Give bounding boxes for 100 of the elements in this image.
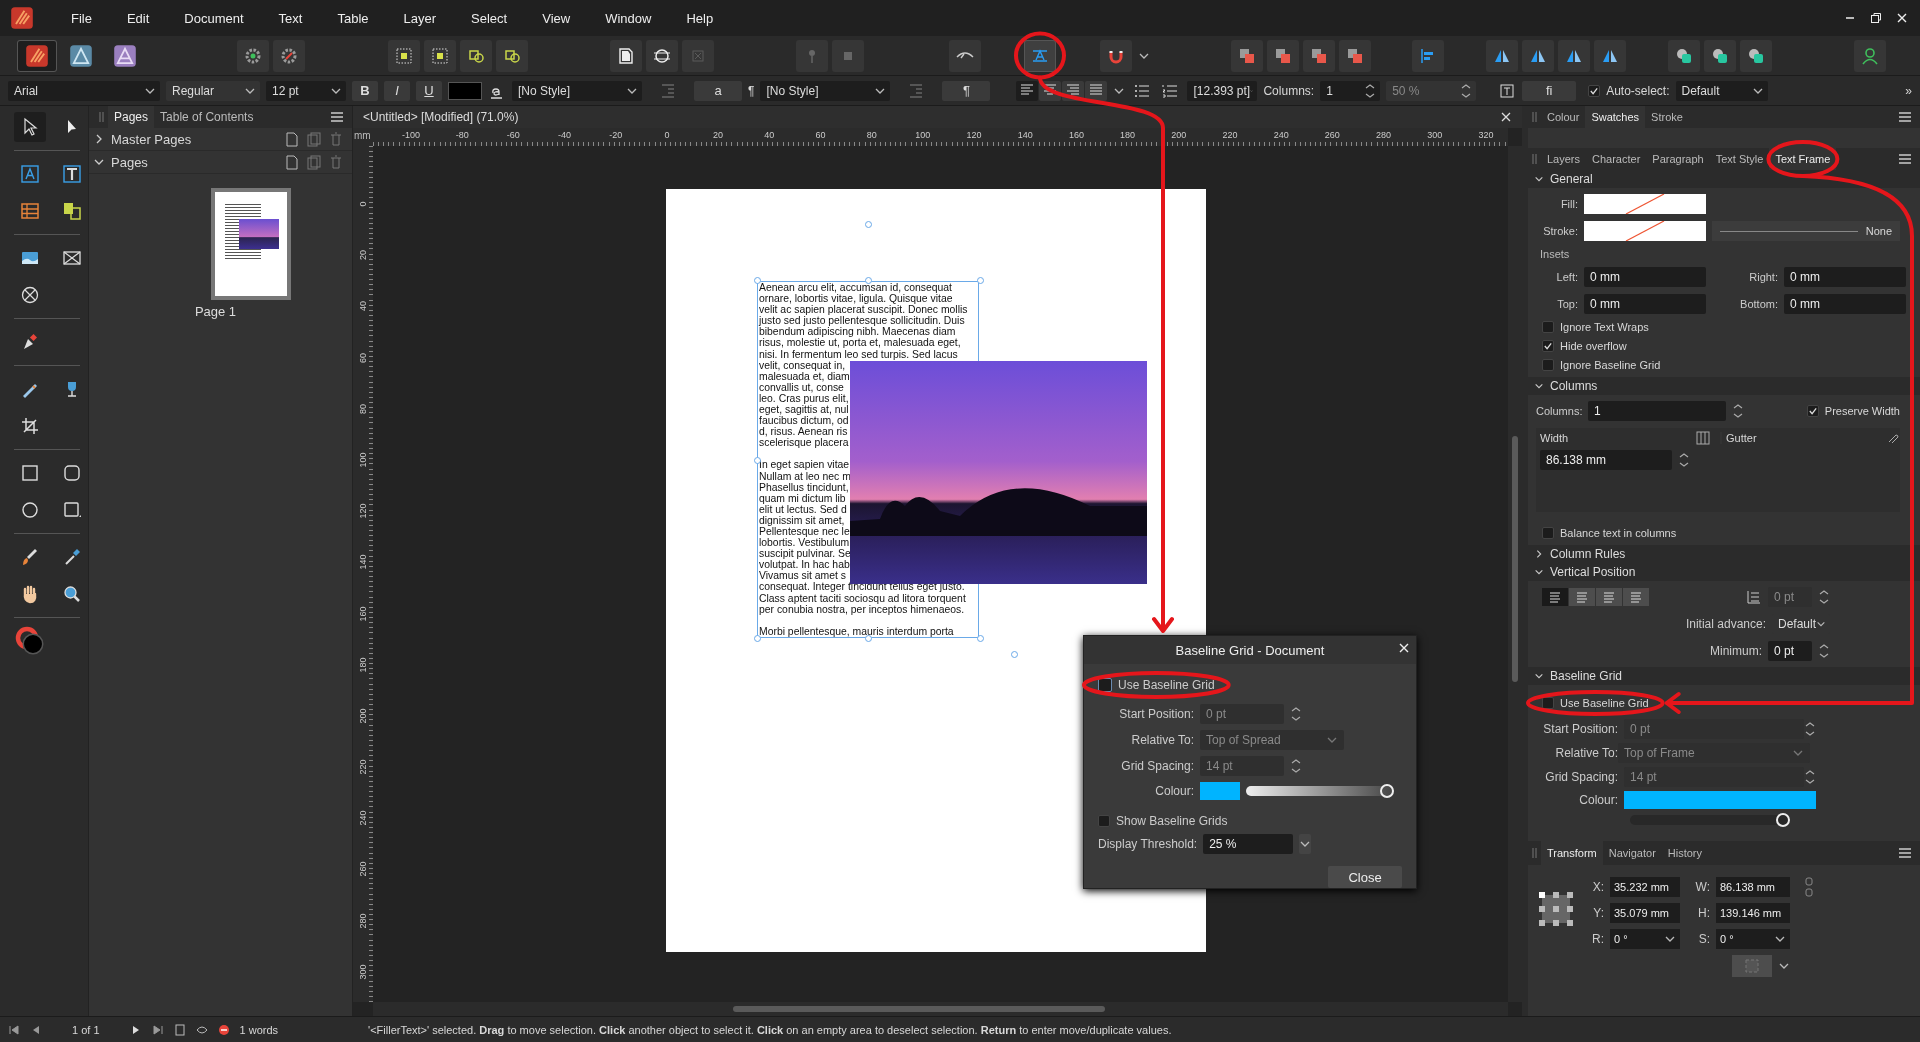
text-line: velit ac sapien placerat suscipit. Donec mollis	[759, 304, 969, 316]
section-header[interactable]: Columns	[1528, 377, 1920, 395]
input-field[interactable]: 86.138 mm	[1716, 877, 1790, 897]
menu-item[interactable]: File	[54, 6, 110, 30]
input-field[interactable]: 0 pt	[1768, 587, 1812, 607]
panel-tab[interactable]: Transform	[1541, 841, 1603, 865]
input-field[interactable]: 139.146 mm	[1716, 903, 1790, 923]
text-line: faucibus dictum, od	[759, 415, 850, 427]
columns-label: Columns:	[1263, 83, 1315, 98]
menu-item[interactable]: Edit	[109, 6, 168, 30]
opacity-field[interactable]: 50 %	[1386, 80, 1477, 101]
paragraph-style-dropdown[interactable]: [No Style]	[760, 80, 891, 101]
ruler-label: 20	[358, 249, 368, 263]
ligature-button[interactable]: fi	[1522, 80, 1577, 101]
section-header[interactable]: Column Rules	[1528, 545, 1920, 563]
document-title[interactable]: <Untitled> [Modified] (71.0%)	[363, 110, 519, 124]
input-field[interactable]: 86.138 mm	[1540, 450, 1672, 470]
ruler-label: 300	[358, 963, 368, 982]
checkbox-label: Hide overflow	[1560, 340, 1627, 352]
field-label: H:	[1697, 906, 1710, 920]
ruler-label: -20	[609, 130, 623, 140]
input-field[interactable]: 1	[1588, 401, 1726, 421]
input-field[interactable]: 0 mm	[1784, 267, 1906, 287]
page-counter: 1 of 1	[72, 1023, 100, 1036]
panel-tab[interactable]: Layers	[1541, 148, 1587, 170]
field-label: Left:	[1555, 271, 1578, 283]
text-line: malesuada et, diam	[759, 370, 851, 382]
text-line: risus, molestie ut, porta et, malesuada eget,	[759, 337, 962, 349]
checkbox-label: Use Baseline Grid	[1560, 697, 1649, 709]
columns-field[interactable]: 1	[1320, 80, 1381, 101]
character-style-dropdown[interactable]: [No Style]	[512, 80, 642, 101]
paragraph-mark[interactable]: ¶	[748, 83, 755, 98]
checkbox-label: Ignore Baseline Grid	[1560, 359, 1661, 371]
column-header: Width	[1539, 432, 1570, 444]
ruler-label: 160	[358, 605, 368, 623]
menu-item[interactable]: View	[525, 6, 589, 30]
dropdown[interactable]: 0 °	[1716, 929, 1790, 949]
more-button[interactable]: »	[1905, 83, 1912, 98]
menu-item[interactable]: Text	[261, 6, 321, 30]
panel-tab[interactable]: Pages	[108, 106, 155, 128]
ruler-label: -80	[455, 130, 469, 140]
panel-tab[interactable]: Paragraph	[1646, 148, 1710, 170]
input-field[interactable]: 35.232 mm	[1610, 877, 1680, 897]
checkbox-label: Use Baseline Grid	[1118, 678, 1215, 692]
ruler-unit: mm	[353, 128, 373, 146]
menu-item[interactable]: Select	[454, 6, 526, 30]
input-field[interactable]: 0 mm	[1784, 294, 1906, 314]
field-label: Columns:	[1536, 405, 1582, 417]
bold-button[interactable]: B	[352, 80, 378, 101]
text-line: leo. Cras purus elit,	[759, 392, 850, 405]
ruler-label: 280	[1376, 130, 1392, 140]
menu-item[interactable]: Table	[320, 6, 387, 30]
panel-tab[interactable]: Character	[1586, 148, 1647, 170]
panel-tab[interactable]: Navigator	[1602, 841, 1662, 865]
panel-tab[interactable]: Table of Contents	[154, 106, 260, 128]
panel-tab[interactable]: Text Style	[1709, 148, 1770, 170]
text-line: d, risus. Aenean ris	[759, 426, 849, 438]
section-header[interactable]: Master Pages	[89, 128, 352, 151]
font-style-dropdown[interactable]: Regular	[166, 80, 260, 101]
paragraph-mark-button[interactable]: ¶	[942, 80, 991, 101]
menu-item[interactable]: Document	[167, 6, 262, 30]
field-label: X:	[1591, 880, 1604, 894]
menu-item[interactable]: Window	[588, 6, 670, 30]
text-line: volutpat. In hac hab	[759, 559, 851, 571]
section-header[interactable]: Baseline Grid	[1528, 667, 1920, 685]
ruler-label: 0	[664, 130, 670, 140]
italic-button[interactable]: I	[384, 80, 410, 101]
text-line: velit, consequat in,	[759, 359, 847, 371]
font-size-dropdown[interactable]: 12 pt	[266, 80, 346, 101]
input-field[interactable]: 0 mm	[1584, 294, 1706, 314]
close-button[interactable]: Close	[1328, 866, 1402, 888]
menu-item[interactable]: Help	[669, 6, 732, 30]
ruler-label: 280	[358, 912, 368, 931]
dropdown[interactable]: 0 °	[1610, 929, 1680, 949]
panel-tab[interactable]: Swatches	[1585, 106, 1646, 128]
leading-dropdown[interactable]: [12.393 pt]	[1187, 80, 1258, 101]
underline-button[interactable]: U	[416, 80, 442, 101]
ruler-label: 240	[1273, 130, 1289, 140]
section-header[interactable]: Vertical Position	[1528, 563, 1920, 581]
section-header[interactable]: Pages	[89, 151, 352, 174]
panel-tab[interactable]: Colour	[1541, 106, 1586, 128]
ruler-label: 20	[713, 130, 724, 140]
input-field[interactable]: 0 mm	[1584, 267, 1706, 287]
dropdown[interactable]: 25 %	[1203, 834, 1294, 854]
auto-select-dropdown[interactable]: Default	[1675, 80, 1768, 101]
panel-tab[interactable]: Stroke	[1645, 106, 1689, 128]
stroke-width-field[interactable]: None	[1712, 221, 1900, 241]
field-label: W:	[1694, 880, 1710, 894]
font-dropdown[interactable]: Arial	[8, 80, 160, 101]
input-field[interactable]: 35.079 mm	[1610, 903, 1680, 923]
ruler-label: -60	[506, 130, 520, 140]
section-header[interactable]: General	[1528, 170, 1920, 188]
status-message: '<FillerText>' selected. Drag to move selection. Click another object to select it. Click on an empty area to deselect selection. Return to enter move/duplicate values.	[368, 1023, 1172, 1036]
text-line: per conubia nostra, per inceptos himenaeos.	[759, 603, 965, 615]
character-glyph-button[interactable]: a	[694, 80, 742, 101]
panel-tab[interactable]: History	[1661, 841, 1709, 865]
field-label: Top:	[1556, 298, 1578, 310]
menu-item[interactable]: Layer	[386, 6, 455, 30]
text-line: quam mi dictum lib	[759, 492, 846, 504]
input-field[interactable]: 0 pt	[1768, 641, 1812, 661]
